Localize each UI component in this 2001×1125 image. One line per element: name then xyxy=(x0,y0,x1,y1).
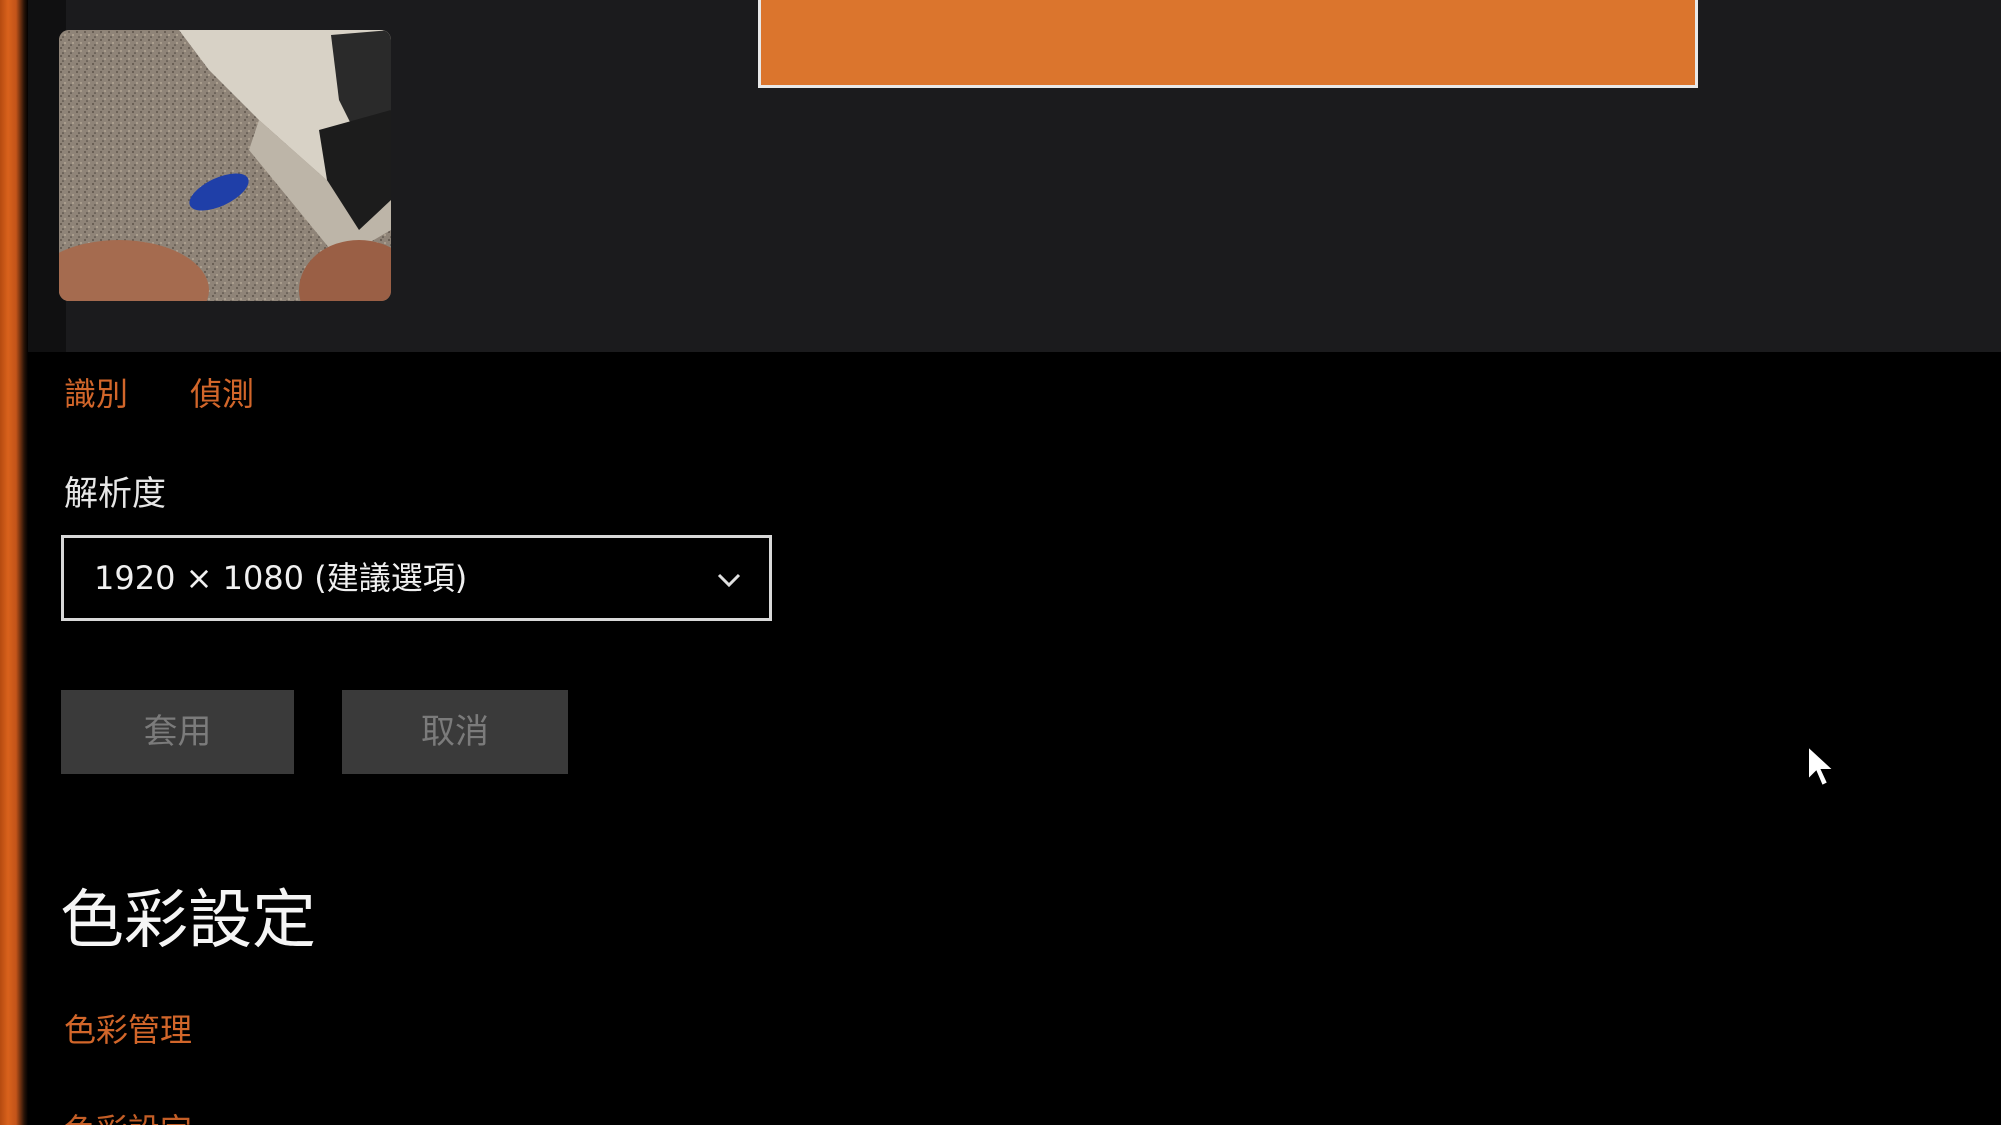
partial-settings-link-label: 色彩設定 xyxy=(64,1108,214,1125)
color-management-link[interactable]: 色彩管理 xyxy=(64,1008,192,1052)
monitor-tile[interactable] xyxy=(758,0,1698,88)
partial-settings-link[interactable]: 色彩設定 xyxy=(64,1108,214,1125)
cancel-button[interactable]: 取消 xyxy=(342,690,568,774)
display-settings-window: 識別 偵測 解析度 1920 × 1080 (建議選項) 套用 取消 色彩設定 … xyxy=(0,0,2001,1125)
window-accent-edge xyxy=(0,0,28,1125)
camera-preview-image xyxy=(59,30,391,301)
resolution-dropdown[interactable]: 1920 × 1080 (建議選項) xyxy=(61,535,772,621)
resolution-selected-value: 1920 × 1080 (建議選項) xyxy=(94,559,468,597)
color-settings-heading: 色彩設定 xyxy=(60,884,316,958)
display-arrangement-preview xyxy=(28,0,2001,352)
identify-link[interactable]: 識別 xyxy=(64,372,128,416)
mouse-pointer-icon xyxy=(1807,744,1837,788)
apply-button[interactable]: 套用 xyxy=(61,690,294,774)
resolution-label: 解析度 xyxy=(64,474,166,514)
detect-link[interactable]: 偵測 xyxy=(190,372,254,416)
chevron-down-icon xyxy=(717,573,741,588)
